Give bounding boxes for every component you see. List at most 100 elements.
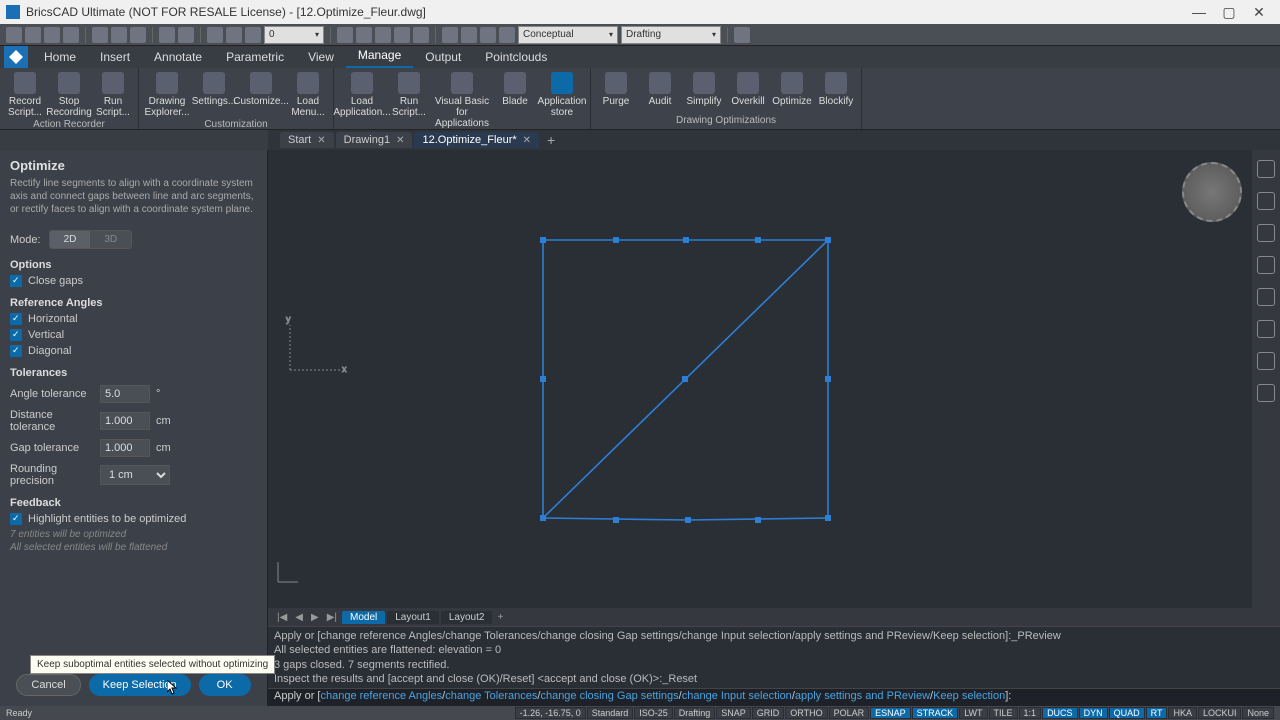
doc-tab-optimize-fleur[interactable]: 12.Optimize_Fleur*✕ bbox=[414, 132, 539, 148]
settings-button[interactable]: Settings... bbox=[195, 70, 233, 107]
status-iso[interactable]: ISO-25 bbox=[634, 707, 673, 719]
tab-manage[interactable]: Manage bbox=[346, 44, 413, 68]
tab-insert[interactable]: Insert bbox=[88, 46, 142, 68]
tool-icon[interactable] bbox=[413, 27, 429, 43]
drawing-explorer-button[interactable]: Drawing Explorer... bbox=[145, 70, 189, 118]
visual-style-combo[interactable]: Conceptual bbox=[518, 26, 618, 44]
tool-icon[interactable] bbox=[394, 27, 410, 43]
blockify-button[interactable]: Blockify bbox=[817, 70, 855, 107]
command-input[interactable]: Apply or [change reference Angles/change… bbox=[268, 688, 1280, 706]
help-icon[interactable] bbox=[734, 27, 750, 43]
ok-button[interactable]: OK bbox=[199, 674, 251, 696]
angle-tolerance-input[interactable] bbox=[100, 385, 150, 403]
tab-model[interactable]: Model bbox=[342, 611, 385, 624]
open-icon[interactable] bbox=[25, 27, 41, 43]
tool-icon[interactable] bbox=[337, 27, 353, 43]
status-hka[interactable]: HKA bbox=[1168, 707, 1197, 719]
close-gaps-checkbox[interactable] bbox=[10, 275, 22, 287]
status-none[interactable]: None bbox=[1242, 707, 1274, 719]
run-script-button[interactable]: Run Script... bbox=[94, 70, 132, 118]
layout-nav-prev[interactable]: ◀ bbox=[292, 612, 306, 623]
status-snap[interactable]: SNAP bbox=[716, 707, 751, 719]
tips-icon[interactable] bbox=[1257, 160, 1275, 178]
layout-nav-last[interactable]: ▶| bbox=[324, 612, 340, 623]
status-drafting[interactable]: Drafting bbox=[674, 707, 716, 719]
layer-combo[interactable]: 0 bbox=[264, 26, 324, 44]
tab-layout1[interactable]: Layout1 bbox=[387, 611, 439, 624]
customize-button[interactable]: Customize... bbox=[239, 70, 283, 107]
view-cube[interactable] bbox=[1182, 162, 1242, 222]
tab-home[interactable]: Home bbox=[32, 46, 88, 68]
mode-2d[interactable]: 2D bbox=[50, 231, 91, 248]
record-script-button[interactable]: Record Script... bbox=[6, 70, 44, 118]
layout-nav-first[interactable]: |◀ bbox=[274, 612, 290, 623]
cancel-button[interactable]: Cancel bbox=[16, 674, 80, 696]
tab-output[interactable]: Output bbox=[413, 46, 473, 68]
status-ducs[interactable]: DUCS bbox=[1042, 707, 1078, 719]
attachments-icon[interactable] bbox=[1257, 256, 1275, 274]
paste-icon[interactable] bbox=[130, 27, 146, 43]
status-strack[interactable]: STRACK bbox=[912, 707, 959, 719]
purge-button[interactable]: Purge bbox=[597, 70, 635, 107]
simplify-button[interactable]: Simplify bbox=[685, 70, 723, 107]
status-dyn[interactable]: DYN bbox=[1079, 707, 1108, 719]
diagonal-checkbox[interactable] bbox=[10, 345, 22, 357]
audit-button[interactable]: Audit bbox=[641, 70, 679, 107]
print-icon[interactable] bbox=[63, 27, 79, 43]
undo-icon[interactable] bbox=[159, 27, 175, 43]
tab-annotate[interactable]: Annotate bbox=[142, 46, 214, 68]
optimize-button[interactable]: Optimize bbox=[773, 70, 811, 107]
status-ortho[interactable]: ORTHO bbox=[785, 707, 827, 719]
gap-tolerance-input[interactable] bbox=[100, 439, 150, 457]
tab-pointclouds[interactable]: Pointclouds bbox=[473, 46, 559, 68]
overkill-button[interactable]: Overkill bbox=[729, 70, 767, 107]
tool-icon[interactable] bbox=[499, 27, 515, 43]
rounding-precision-select[interactable]: 1 cm bbox=[100, 465, 170, 485]
close-tab-icon[interactable]: ✕ bbox=[396, 135, 404, 146]
mode-3d[interactable]: 3D bbox=[90, 231, 131, 248]
tool-icon[interactable] bbox=[207, 27, 223, 43]
run-script2-button[interactable]: Run Script... bbox=[390, 70, 428, 118]
app-store-button[interactable]: Application store bbox=[540, 70, 584, 118]
highlight-checkbox[interactable] bbox=[10, 513, 22, 525]
add-layout-button[interactable]: + bbox=[494, 612, 506, 623]
layout-nav-next[interactable]: ▶ bbox=[308, 612, 322, 623]
copy-icon[interactable] bbox=[111, 27, 127, 43]
new-icon[interactable] bbox=[6, 27, 22, 43]
redo-icon[interactable] bbox=[178, 27, 194, 43]
tool-icon[interactable] bbox=[461, 27, 477, 43]
status-tile[interactable]: TILE bbox=[989, 707, 1018, 719]
vertical-checkbox[interactable] bbox=[10, 329, 22, 341]
close-button[interactable]: ✕ bbox=[1244, 4, 1274, 21]
add-tab-button[interactable]: + bbox=[541, 132, 561, 148]
components-icon[interactable] bbox=[1257, 352, 1275, 370]
doc-tab-drawing1[interactable]: Drawing1✕ bbox=[336, 132, 413, 148]
tool-icon[interactable] bbox=[442, 27, 458, 43]
vba-button[interactable]: Visual Basic for Applications bbox=[434, 70, 490, 129]
tool-icon[interactable] bbox=[375, 27, 391, 43]
stop-recording-button[interactable]: Stop Recording bbox=[50, 70, 88, 118]
load-application-button[interactable]: Load Application... bbox=[340, 70, 384, 118]
close-tab-icon[interactable]: ✕ bbox=[523, 135, 531, 146]
workspace-combo[interactable]: Drafting bbox=[621, 26, 721, 44]
tool-icon[interactable] bbox=[480, 27, 496, 43]
canvas[interactable]: x y bbox=[268, 150, 1280, 608]
status-lwt[interactable]: LWT bbox=[959, 707, 987, 719]
tool-icon[interactable] bbox=[356, 27, 372, 43]
status-rt[interactable]: RT bbox=[1146, 707, 1168, 719]
horizontal-checkbox[interactable] bbox=[10, 313, 22, 325]
status-scale[interactable]: 1:1 bbox=[1019, 707, 1042, 719]
cloud-icon[interactable] bbox=[1257, 384, 1275, 402]
app-menu-button[interactable] bbox=[4, 46, 28, 68]
tool-icon[interactable] bbox=[226, 27, 242, 43]
structure-icon[interactable] bbox=[1257, 224, 1275, 242]
sheets-icon[interactable] bbox=[1257, 288, 1275, 306]
status-esnap[interactable]: ESNAP bbox=[870, 707, 911, 719]
layers-icon[interactable] bbox=[1257, 192, 1275, 210]
doc-tab-start[interactable]: Start✕ bbox=[280, 132, 334, 148]
close-tab-icon[interactable]: ✕ bbox=[317, 135, 325, 146]
tab-view[interactable]: View bbox=[296, 46, 346, 68]
cut-icon[interactable] bbox=[92, 27, 108, 43]
minimize-button[interactable]: — bbox=[1184, 4, 1214, 20]
mode-toggle[interactable]: 2D 3D bbox=[49, 230, 133, 249]
